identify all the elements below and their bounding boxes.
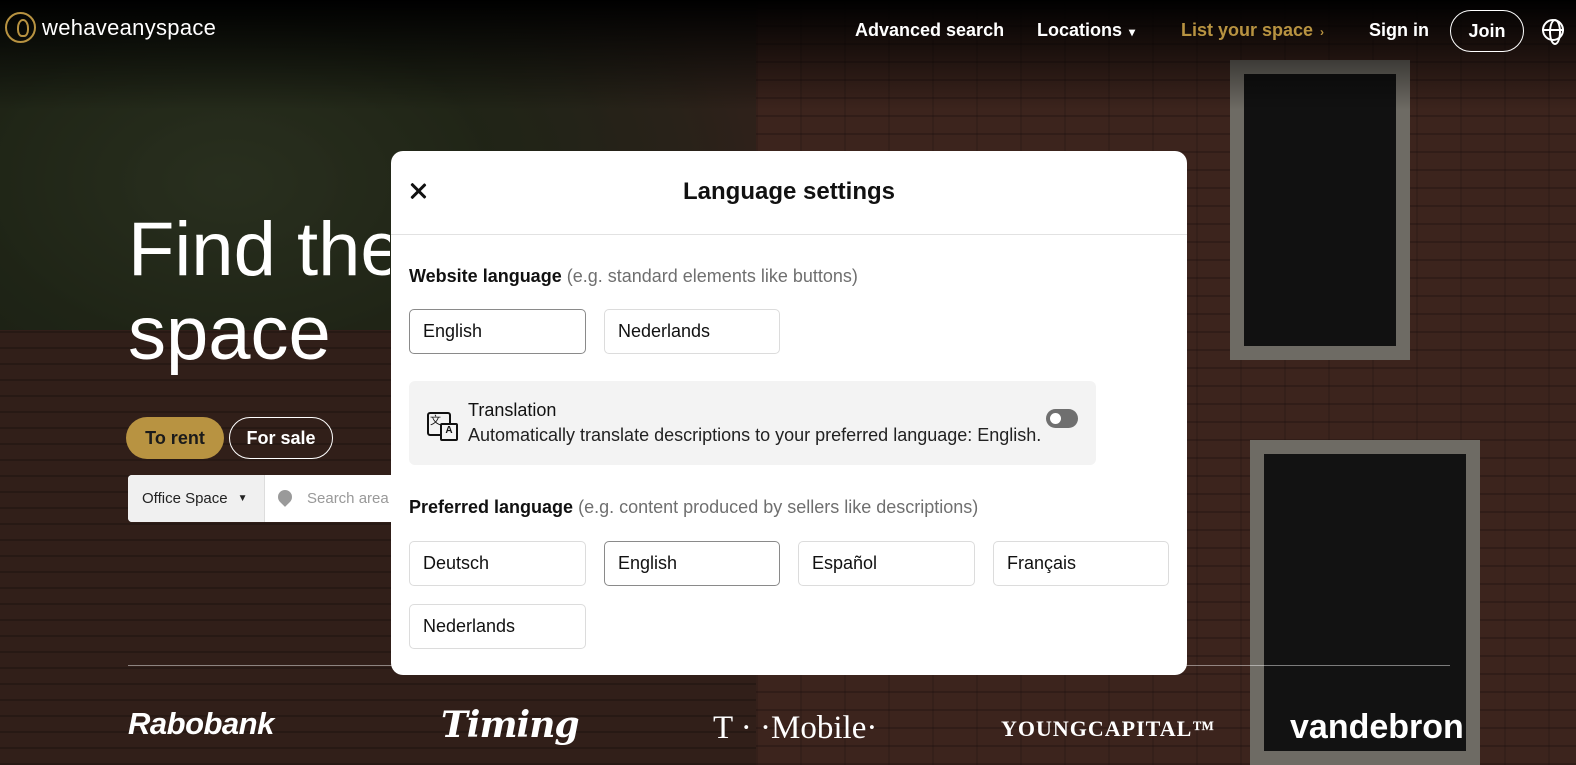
partner-logo-tmobile: T · ·Mobile·: [713, 710, 878, 746]
locations-menu[interactable]: Locations ▾: [1037, 20, 1135, 41]
translation-setting: Translation Automatically translate desc…: [409, 381, 1096, 465]
caret-down-icon: ▼: [237, 493, 248, 504]
chevron-down-icon: ▾: [1129, 25, 1136, 39]
search-area-input[interactable]: Search area: [265, 475, 392, 522]
preferred-language-option-nederlands[interactable]: Nederlands: [409, 604, 586, 649]
hero-title-line-1: Find the: [128, 208, 390, 292]
website-language-hint: (e.g. standard elements like buttons): [566, 266, 858, 286]
hero-title: Find the space: [128, 208, 390, 376]
translation-description: Automatically translate descriptions to …: [468, 425, 1042, 445]
preferred-language-option-deutsch[interactable]: Deutsch: [409, 541, 586, 586]
website-language-label: Website language: [409, 266, 562, 286]
advanced-search-link[interactable]: Advanced search: [855, 20, 1004, 41]
partner-logo-vandebron: vandebron: [1290, 708, 1464, 746]
partner-logo-youngcapital: YOUNGCAPITAL™: [1001, 716, 1216, 741]
translation-title: Translation: [468, 400, 557, 420]
preferred-language-option-espanol[interactable]: Español: [798, 541, 975, 586]
chevron-right-icon: ›: [1320, 25, 1325, 39]
logo-text: wehaveanyspace: [42, 14, 217, 40]
preferred-language-option-francais[interactable]: Français: [993, 541, 1169, 586]
locations-label: Locations: [1037, 20, 1123, 40]
partner-logo-rabobank: Rabobank: [128, 706, 274, 741]
join-button[interactable]: Join: [1450, 10, 1524, 52]
list-your-space-link[interactable]: List your space ›: [1181, 20, 1324, 41]
website-language-option-english[interactable]: English: [409, 309, 586, 354]
globe-icon[interactable]: [1542, 19, 1564, 45]
search-bar: Office Space ▼ Search area: [128, 475, 392, 522]
property-type-value: Office Space: [142, 490, 228, 507]
site-header: wehaveanyspace Advanced search Locations…: [0, 0, 1576, 62]
logo-mark-icon: [5, 12, 36, 43]
sign-in-link[interactable]: Sign in: [1369, 20, 1429, 41]
website-language-option-nederlands[interactable]: Nederlands: [604, 309, 780, 354]
search-area-placeholder: Search area: [307, 490, 389, 507]
preferred-language-heading: Preferred language (e.g. content produce…: [409, 497, 978, 518]
preferred-language-option-english[interactable]: English: [604, 541, 780, 586]
property-type-select[interactable]: Office Space ▼: [128, 475, 265, 522]
list-your-space-label: List your space: [1181, 20, 1314, 40]
partner-logo-timing: Timing: [441, 704, 580, 746]
modal-header: Language settings: [391, 151, 1187, 235]
preferred-language-hint: (e.g. content produced by sellers like d…: [578, 497, 979, 517]
translate-icon: [427, 412, 458, 441]
language-settings-modal: Language settings Website language (e.g.…: [391, 151, 1187, 675]
modal-title: Language settings: [682, 178, 896, 205]
site-logo[interactable]: wehaveanyspace: [5, 12, 216, 43]
map-pin-icon: [277, 490, 293, 508]
to-rent-tab[interactable]: To rent: [126, 417, 224, 459]
website-language-heading: Website language (e.g. standard elements…: [409, 266, 858, 287]
translation-toggle[interactable]: [1046, 409, 1078, 428]
hero-title-line-2: space: [128, 291, 331, 376]
for-sale-tab[interactable]: For sale: [229, 417, 333, 459]
preferred-language-label: Preferred language: [409, 497, 574, 517]
